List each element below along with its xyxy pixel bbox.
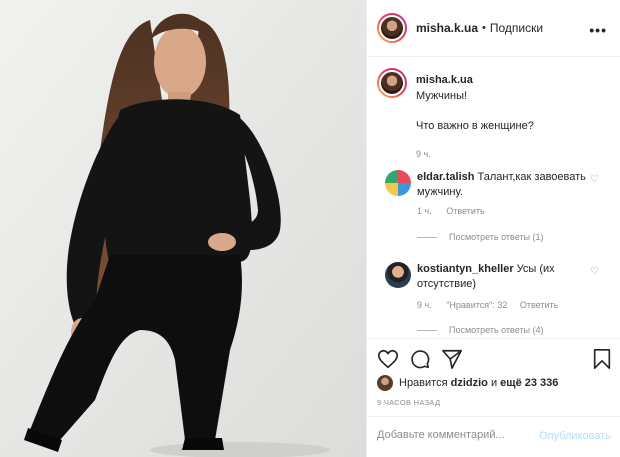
- post-image-drawing: [0, 0, 366, 457]
- view-replies-label: Посмотреть ответы (4): [449, 325, 544, 335]
- action-bar: [367, 338, 620, 378]
- comment-icon[interactable]: [409, 348, 431, 370]
- share-icon[interactable]: [441, 348, 463, 370]
- likes-count[interactable]: ещё 23 336: [500, 377, 558, 389]
- divider-line: [417, 236, 437, 238]
- likes-prefix: Нравится: [399, 377, 448, 389]
- caption-avatar[interactable]: [377, 68, 407, 98]
- comments-list[interactable]: misha.k.ua Мужчины! Что важно в женщине?…: [367, 58, 620, 338]
- view-replies-label: Посмотреть ответы (1): [449, 232, 544, 242]
- post-header: misha.k.ua • Подписки •••: [367, 0, 620, 57]
- reply-button[interactable]: Ответить: [446, 206, 484, 216]
- comment: eldar.talish Талант,как завоевать мужчин…: [417, 170, 587, 200]
- caption-username[interactable]: misha.k.ua: [416, 74, 473, 86]
- commenter-avatar[interactable]: [385, 170, 411, 196]
- comment: kostiantyn_kheller Усы (их отсутствие): [417, 262, 587, 292]
- view-replies-button[interactable]: Посмотреть ответы (1): [417, 232, 544, 242]
- comment-input[interactable]: [377, 429, 527, 441]
- post-timestamp[interactable]: 9 ЧАСОВ НАЗАД: [377, 398, 440, 407]
- author-avatar[interactable]: [377, 13, 407, 43]
- comment-meta: 1 ч. Ответить: [417, 206, 485, 216]
- likes-connector: и: [490, 377, 498, 389]
- comment-username[interactable]: kostiantyn_kheller: [417, 263, 514, 275]
- heart-icon[interactable]: [377, 348, 399, 370]
- caption-line-2: Что важно в женщине?: [416, 120, 534, 132]
- separator-dot: •: [482, 22, 486, 34]
- comment-meta: 9 ч. "Нравится": 32 Ответить: [417, 300, 558, 310]
- caption-line-1: Мужчины!: [416, 90, 468, 102]
- add-comment-bar: Опубликовать: [367, 416, 620, 457]
- like-comment-icon[interactable]: ♡: [590, 174, 599, 185]
- following-button[interactable]: Подписки: [490, 21, 543, 35]
- publish-button[interactable]: Опубликовать: [539, 430, 611, 442]
- liker-avatar[interactable]: [377, 375, 393, 391]
- likes-summary: Нравится dzidzio и ещё 23 336: [377, 375, 558, 391]
- caption-avatar-wrap: [377, 68, 407, 98]
- post-sidebar: misha.k.ua • Подписки ••• misha.k.ua Муж…: [366, 0, 620, 457]
- comment-time: 1 ч.: [417, 206, 432, 216]
- liker-username[interactable]: dzidzio: [451, 377, 488, 389]
- caption: misha.k.ua Мужчины! Что важно в женщине?…: [416, 72, 606, 162]
- author-username[interactable]: misha.k.ua: [416, 21, 478, 35]
- more-icon[interactable]: •••: [589, 22, 607, 38]
- commenter-avatar[interactable]: [385, 262, 411, 288]
- comment-username[interactable]: eldar.talish: [417, 171, 474, 183]
- comment-time: 9 ч.: [417, 300, 432, 310]
- caption-time: 9 ч.: [416, 149, 431, 159]
- reply-button[interactable]: Ответить: [520, 300, 558, 310]
- like-comment-icon[interactable]: ♡: [590, 266, 599, 277]
- comment-likes[interactable]: "Нравится": 32: [446, 300, 507, 310]
- view-replies-button[interactable]: Посмотреть ответы (4): [417, 325, 544, 335]
- instagram-post: misha.k.ua • Подписки ••• misha.k.ua Муж…: [0, 0, 620, 457]
- bookmark-icon[interactable]: [591, 348, 613, 370]
- divider-line: [417, 329, 437, 331]
- post-photo[interactable]: [0, 0, 366, 457]
